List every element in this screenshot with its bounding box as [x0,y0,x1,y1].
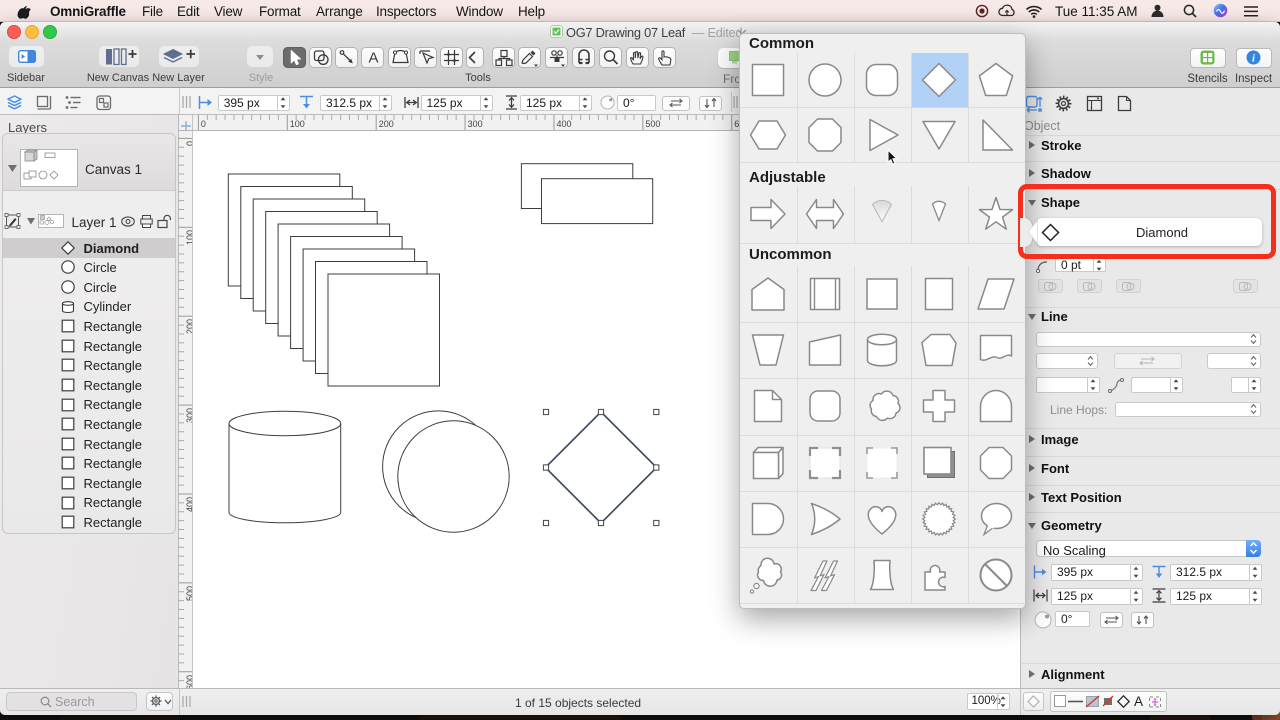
svg-text:A: A [368,50,378,67]
